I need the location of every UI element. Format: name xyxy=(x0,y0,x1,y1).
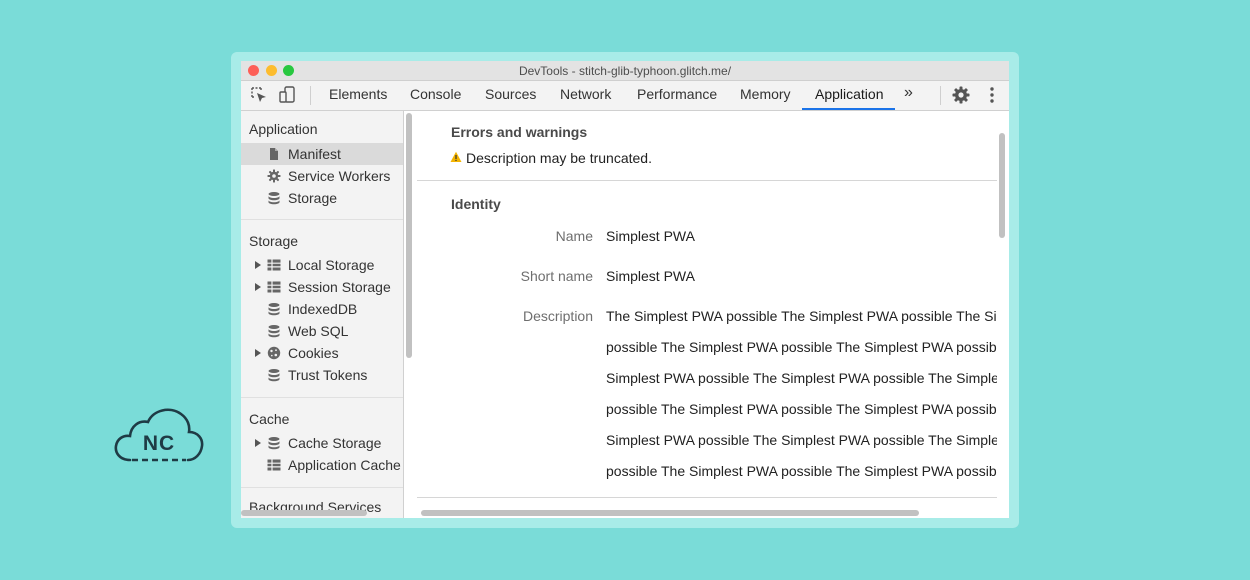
sidebar-item-label: Cookies xyxy=(288,345,339,361)
grid-icon xyxy=(267,281,281,293)
expand-arrow-icon[interactable] xyxy=(255,261,261,269)
section-divider xyxy=(417,180,997,181)
tab-network[interactable]: Network xyxy=(560,86,611,102)
database-icon xyxy=(268,325,280,338)
sidebar-header-cache: Cache xyxy=(249,411,290,427)
description-line: possible The Simplest PWA possible The S… xyxy=(606,463,997,479)
warning-icon xyxy=(450,151,462,162)
identity-section-title: Identity xyxy=(451,196,501,212)
sidebar-divider xyxy=(241,487,403,488)
short-name-value: Simplest PWA xyxy=(606,268,695,284)
sidebar-divider xyxy=(241,397,403,398)
sidebar-item-label: Manifest xyxy=(288,146,341,162)
description-line: Simplest PWA possible The Simplest PWA p… xyxy=(606,370,997,386)
active-tab-indicator xyxy=(802,108,895,110)
sidebar-item-label: Local Storage xyxy=(288,257,375,273)
more-options-icon[interactable] xyxy=(982,85,1002,105)
sidebar-item-label: IndexedDB xyxy=(288,301,358,317)
window-title: DevTools - stitch-glib-typhoon.glitch.me… xyxy=(518,64,732,78)
toolbar-divider xyxy=(310,86,311,105)
title-bar: DevTools - stitch-glib-typhoon.glitch.me… xyxy=(241,61,1009,81)
grid-icon xyxy=(267,459,281,471)
sidebar-item-label: Trust Tokens xyxy=(288,367,368,383)
name-value: Simplest PWA xyxy=(606,228,695,244)
sidebar-item-web-sql[interactable]: Web SQL xyxy=(241,320,403,342)
main-horizontal-scrollbar[interactable] xyxy=(421,510,919,516)
sidebar-divider xyxy=(241,219,403,220)
database-icon xyxy=(268,192,280,205)
database-icon xyxy=(268,303,280,316)
sidebar-item-label: Application Cache xyxy=(288,457,401,473)
sidebar-header-application: Application xyxy=(249,121,318,137)
sidebar-item-trust-tokens[interactable]: Trust Tokens xyxy=(241,364,403,386)
document-icon xyxy=(270,148,278,160)
tab-sources[interactable]: Sources xyxy=(485,86,536,102)
sidebar-item-manifest[interactable]: Manifest xyxy=(241,143,403,165)
sidebar-item-local-storage[interactable]: Local Storage xyxy=(241,254,403,276)
application-sidebar: Application Manifest Service Workers Sto… xyxy=(241,111,404,518)
main-vertical-scrollbar[interactable] xyxy=(999,133,1005,238)
description-line: Simplest PWA possible The Simplest PWA p… xyxy=(606,432,997,448)
cookie-icon xyxy=(267,346,281,360)
tab-application[interactable]: Application xyxy=(815,86,884,102)
grid-icon xyxy=(267,259,281,271)
sidebar-item-cookies[interactable]: Cookies xyxy=(241,342,403,364)
sidebar-item-label: Session Storage xyxy=(288,279,391,295)
sidebar-item-label: Service Workers xyxy=(288,168,391,184)
expand-arrow-icon[interactable] xyxy=(255,349,261,357)
sidebar-item-application-cache[interactable]: Application Cache xyxy=(241,454,403,476)
description-line: possible The Simplest PWA possible The S… xyxy=(606,339,997,355)
device-toolbar-icon[interactable] xyxy=(277,85,297,105)
settings-gear-icon[interactable] xyxy=(951,85,971,105)
warning-message: Description may be truncated. xyxy=(466,150,652,166)
tab-elements[interactable]: Elements xyxy=(329,86,387,102)
description-line: The Simplest PWA possible The Simplest P… xyxy=(606,308,997,324)
sidebar-item-storage[interactable]: Storage xyxy=(241,187,403,209)
sidebar-item-session-storage[interactable]: Session Storage xyxy=(241,276,403,298)
section-divider xyxy=(417,497,997,498)
description-label: Description xyxy=(522,308,593,324)
sidebar-item-label: Web SQL xyxy=(288,323,349,339)
devtools-window: DevTools - stitch-glib-typhoon.glitch.me… xyxy=(241,61,1009,518)
expand-arrow-icon[interactable] xyxy=(255,439,261,447)
inspect-element-icon[interactable] xyxy=(249,85,269,105)
tab-console[interactable]: Console xyxy=(410,86,461,102)
description-line: possible The Simplest PWA possible The S… xyxy=(606,401,997,417)
database-icon xyxy=(268,437,280,450)
sidebar-item-label: Cache Storage xyxy=(288,435,382,451)
sidebar-scrollbar[interactable] xyxy=(406,113,412,358)
errors-section-title: Errors and warnings xyxy=(451,124,588,140)
tab-memory[interactable]: Memory xyxy=(740,86,791,102)
manifest-panel: Errors and warnings Description may be t… xyxy=(417,111,997,506)
sidebar-item-indexeddb[interactable]: IndexedDB xyxy=(241,298,403,320)
sidebar-item-cache-storage[interactable]: Cache Storage xyxy=(241,432,403,454)
sidebar-item-service-workers[interactable]: Service Workers xyxy=(241,165,403,187)
more-tabs-button[interactable]: » xyxy=(904,84,913,102)
sidebar-header-storage: Storage xyxy=(249,233,299,249)
toolbar-divider xyxy=(940,86,941,105)
sidebar-horizontal-scrollbar[interactable] xyxy=(241,510,367,516)
short-name-label: Short name xyxy=(520,268,593,284)
expand-arrow-icon[interactable] xyxy=(255,283,261,291)
devtools-toolbar: Elements Console Sources Network Perform… xyxy=(241,81,1009,111)
database-icon xyxy=(268,369,280,382)
sidebar-item-label: Storage xyxy=(288,190,338,206)
logo-text: NC xyxy=(143,432,175,455)
name-label: Name xyxy=(555,228,593,244)
gear-icon xyxy=(267,169,281,183)
tab-performance[interactable]: Performance xyxy=(637,86,717,102)
nc-cloud-logo: NC xyxy=(114,408,204,462)
